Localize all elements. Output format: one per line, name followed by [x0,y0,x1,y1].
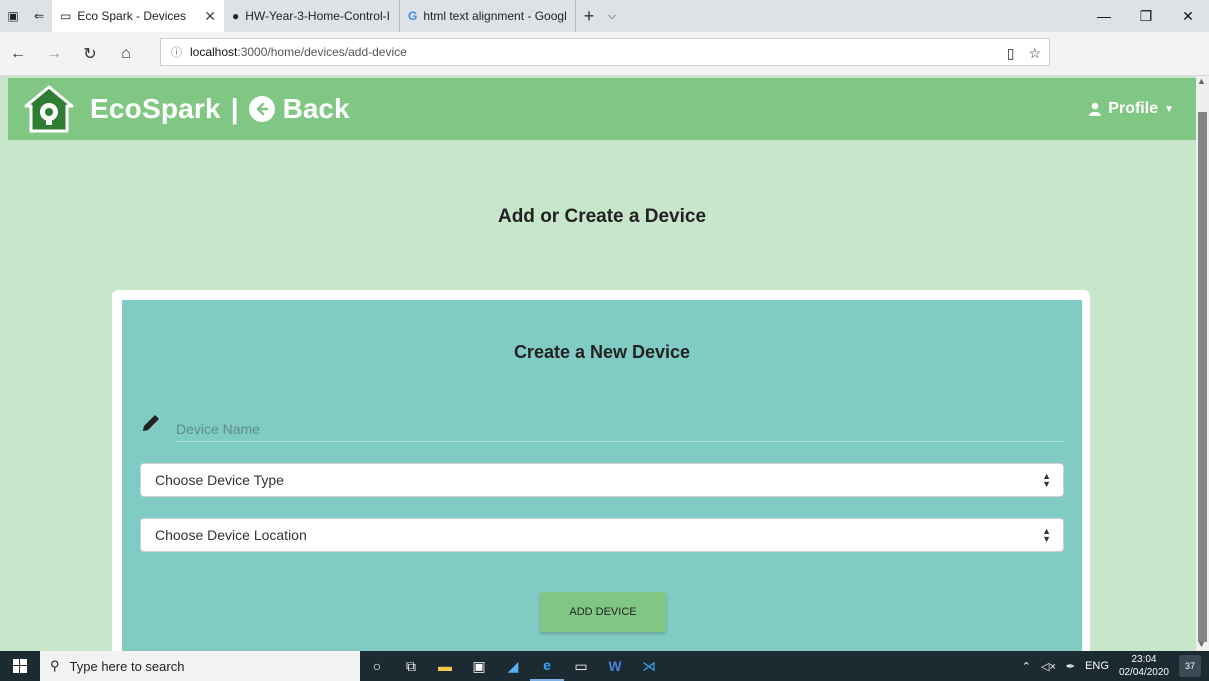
pen-workspace-icon[interactable]: ✒ [1066,660,1075,673]
scroll-down-icon[interactable]: ▼ [1197,639,1206,649]
brand-title[interactable]: EcoSpark [90,93,221,125]
windows-taskbar: ⚲ Type here to search ○ ⧉ ▬ ▣ ◢ e ▭ W ⋊ … [0,651,1209,681]
refresh-button[interactable]: ↻ [72,32,108,76]
task-view-icon[interactable]: ⧉ [394,651,428,681]
header-separator: | [230,93,239,124]
close-window-button[interactable]: ✕ [1167,0,1209,32]
new-tab-button[interactable]: + [576,6,602,27]
select-arrows-icon: ▲ ▼ [1042,526,1051,544]
system-tray: ⌃ ◁× ✒ ENG 23:04 02/04/2020 37 [1022,651,1209,681]
tab-google[interactable]: G html text alignment - Googl [400,0,576,32]
device-location-select-label: Choose Device Location [155,527,307,543]
address-bar-row: ← → ↻ ⌂ ⓘ localhost :3000/home/devices/a… [0,32,1209,95]
file-explorer-icon[interactable]: ▬ [428,651,462,681]
page-icon: ▭ [60,9,72,23]
close-tab-icon[interactable]: ✕ [204,8,216,25]
browser-tab-strip: ▣ ⇐ ▭ Eco Spark - Devices ✕ ● HW-Year-3-… [0,0,1209,32]
tab-title: html text alignment - Googl [423,9,567,23]
volume-muted-icon[interactable]: ◁× [1041,660,1056,673]
arrow-left-circle-icon[interactable] [248,96,275,122]
device-type-select-label: Choose Device Type [155,472,284,488]
user-icon [1089,102,1102,116]
clock[interactable]: 23:04 02/04/2020 [1119,653,1169,679]
select-arrows-icon: ▲ ▼ [1042,471,1051,489]
profile-label: Profile [1108,100,1159,117]
card-title: Create a New Device [513,342,691,362]
back-link[interactable]: Back [283,93,350,125]
reading-view-icon[interactable]: ▯ [1007,45,1015,62]
forward-nav-button[interactable]: → [36,32,72,76]
language-indicator[interactable]: ENG [1085,660,1109,672]
add-device-button[interactable]: ADD DEVICE [540,592,666,632]
pencil-icon [143,415,159,431]
device-type-select[interactable]: Choose Device Type ▲ ▼ [140,463,1064,497]
search-icon: ⚲ [50,658,60,673]
profile-menu[interactable]: Profile ▼ [1088,100,1174,118]
tray-chevron-icon[interactable]: ⌃ [1022,660,1031,673]
back-nav-button[interactable]: ← [0,32,36,76]
tab-title: Eco Spark - Devices [77,9,187,23]
scrollbar-thumb[interactable] [1198,112,1207,642]
url-path: :3000/home/devices/add-device [237,45,407,59]
edge-browser-icon[interactable]: e [530,651,564,681]
clock-time: 23:04 [1131,654,1157,665]
caret-down-icon: ▼ [1164,103,1174,115]
windows-start-icon[interactable] [0,651,40,681]
info-icon[interactable]: ⓘ [171,44,182,60]
tab-title: HW-Year-3-Home-Control-I [245,9,390,23]
terminal-icon[interactable]: ▭ [564,651,598,681]
device-location-select[interactable]: Choose Device Location ▲ ▼ [140,518,1064,552]
tab-eco-spark[interactable]: ▭ Eco Spark - Devices ✕ [52,0,224,32]
page-scrollbar[interactable]: ▲ ▼ [1196,76,1209,651]
set-aside-tabs-icon[interactable]: ⇐ [26,0,52,32]
github-icon: ● [232,9,240,23]
scroll-up-icon[interactable]: ▲ [1197,76,1206,86]
clock-date: 02/04/2020 [1118,667,1169,678]
tab-github[interactable]: ● HW-Year-3-Home-Control-I [224,0,400,32]
cortana-icon[interactable]: ○ [360,651,394,681]
google-icon: G [408,9,418,23]
window-controls: — ❐ ✕ [1083,0,1209,32]
notification-count: 37 [1184,661,1195,671]
restore-button[interactable]: ❐ [1125,0,1167,32]
app-header: EcoSpark | Back Profile ▼ [8,78,1196,140]
ecospark-logo-icon[interactable] [22,84,76,134]
taskbar-search-placeholder: Type here to search [69,658,185,674]
paint-icon[interactable]: ◢ [496,651,530,681]
url-host: localhost [190,45,238,59]
notification-center-icon[interactable]: 37 [1179,655,1201,677]
taskbar-search-box[interactable]: ⚲ Type here to search [40,651,360,681]
url-field[interactable]: ⓘ localhost :3000/home/devices/add-devic… [160,38,1050,66]
minimize-button[interactable]: — [1083,0,1125,32]
page-title: Add or Create a Device [497,206,707,227]
tab-actions-icon[interactable]: ▣ [0,0,26,32]
word-icon[interactable]: W [598,651,632,681]
device-name-input[interactable] [176,416,1064,442]
home-button[interactable]: ⌂ [108,32,144,76]
vscode-icon[interactable]: ⋊ [632,651,666,681]
store-icon[interactable]: ▣ [462,651,496,681]
create-device-card: Create a New Device Choose Device Type ▲… [122,300,1082,660]
tab-list-chevron-icon[interactable]: ⌵ [602,10,622,23]
favorite-star-icon[interactable]: ☆ [1028,45,1041,62]
